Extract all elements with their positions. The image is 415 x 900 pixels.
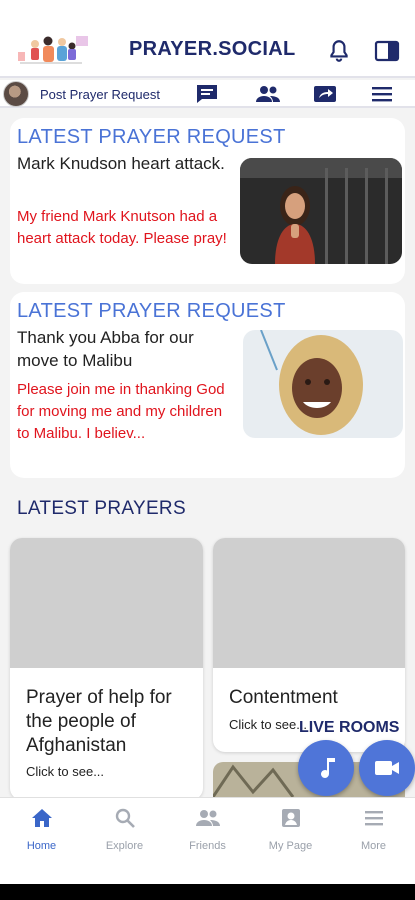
friends-icon[interactable] — [256, 83, 280, 105]
nav-friends[interactable]: Friends — [166, 806, 249, 854]
video-fab[interactable] — [359, 740, 415, 796]
prayer-title: Contentment — [229, 687, 338, 708]
nav-label: Explore — [105, 840, 144, 852]
music-fab[interactable] — [298, 740, 354, 796]
request-body: Please join me in thanking God for movin… — [17, 381, 225, 442]
prayer-thumbnail — [10, 538, 203, 668]
action-bar: Post Prayer Request — [0, 80, 415, 108]
share-icon[interactable] — [313, 83, 337, 105]
people-illustration-logo[interactable] — [18, 28, 92, 68]
home-icon — [31, 809, 52, 827]
prayer-card[interactable]: Prayer of help for the people of Afghani… — [10, 538, 203, 800]
system-navigation-bar — [0, 884, 415, 900]
card-heading: LATEST PRAYER REQUEST — [17, 300, 286, 322]
prayer-thumbnail — [213, 538, 405, 668]
nav-more[interactable]: More — [332, 806, 415, 854]
nav-label: My Page — [268, 840, 313, 852]
request-title: Mark Knudson heart attack. — [17, 154, 225, 173]
prayer-title: Prayer of help for the people of Afghani… — [26, 687, 172, 756]
prayer-request-card[interactable]: LATEST PRAYER REQUEST Mark Knudson heart… — [10, 118, 405, 284]
nav-label: Friends — [189, 840, 226, 852]
menu-icon[interactable] — [370, 83, 394, 105]
video-camera-icon — [375, 761, 399, 775]
bottom-navigation: Home Explore Friends My Page More — [0, 797, 415, 884]
nav-explore[interactable]: Explore — [83, 806, 166, 854]
music-note-icon — [321, 758, 335, 778]
request-photo — [240, 158, 402, 264]
nav-label: Home — [26, 840, 57, 852]
card-heading: LATEST PRAYER REQUEST — [17, 126, 286, 148]
nav-home[interactable]: Home — [0, 806, 83, 854]
menu-icon — [364, 811, 383, 826]
prayer-link[interactable]: Click to see... — [229, 717, 307, 732]
post-prayer-request-link[interactable]: Post Prayer Request — [40, 87, 160, 102]
nav-my-page[interactable]: My Page — [249, 806, 332, 854]
sidebar-panel-icon[interactable] — [374, 39, 400, 63]
bell-icon[interactable] — [326, 38, 352, 64]
app-header: PRAYER.SOCIAL — [0, 0, 415, 78]
chat-icon[interactable] — [195, 83, 219, 105]
profile-icon — [281, 809, 300, 827]
request-body: My friend Mark Knutson had a heart attac… — [17, 208, 227, 247]
request-title: Thank you Abba for our move to Malibu — [17, 328, 194, 370]
latest-prayers-heading: LATEST PRAYERS — [17, 498, 186, 519]
request-photo — [243, 330, 403, 438]
live-rooms-label: LIVE ROOMS — [299, 719, 400, 736]
friends-icon — [195, 810, 220, 826]
search-icon — [115, 808, 135, 828]
nav-label: More — [360, 840, 387, 852]
avatar[interactable] — [3, 81, 29, 107]
app-title: PRAYER.SOCIAL — [129, 38, 296, 60]
prayer-request-card[interactable]: LATEST PRAYER REQUEST Thank you Abba for… — [10, 292, 405, 478]
prayer-link[interactable]: Click to see... — [26, 764, 104, 779]
